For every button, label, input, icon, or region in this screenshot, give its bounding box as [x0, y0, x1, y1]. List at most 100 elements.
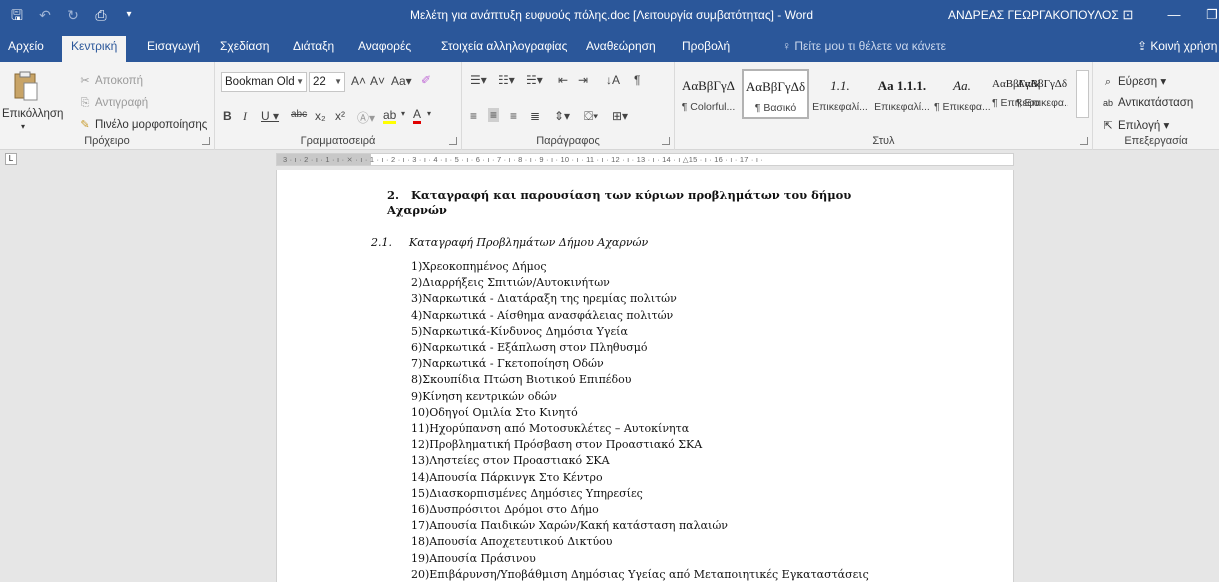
bullets-icon[interactable]: ☰▾: [470, 73, 487, 87]
copy-button[interactable]: ⎘ Αντιγραφή: [78, 96, 149, 110]
styles-launcher-icon[interactable]: [1080, 137, 1088, 145]
font-size-combo[interactable]: 22 ▼: [309, 72, 345, 92]
italic-icon[interactable]: I: [243, 109, 247, 124]
list-item: 12)Προβληματική Πρόσβαση στον Προαστιακό…: [411, 438, 703, 452]
sort-icon[interactable]: ↓A: [606, 73, 620, 87]
highlight-icon[interactable]: ab: [383, 109, 397, 124]
shrink-font-icon[interactable]: A˅: [370, 74, 385, 88]
paste-icon[interactable]: [12, 70, 38, 102]
editing-group: ⌕ Εύρεση ▾ ab Αντικατάσταση ⇱ Επιλογή ▾ Επε…: [1093, 62, 1219, 150]
list-item: 7)Ναρκωτικά - Γκετοποίηση Οδών: [411, 357, 604, 371]
brush-icon: ✎: [80, 119, 90, 131]
ribbon-options-icon[interactable]: ⊡: [1116, 4, 1140, 26]
bold-icon[interactable]: B: [223, 109, 232, 123]
tab-design[interactable]: Σχεδίαση: [220, 39, 269, 53]
redo-icon[interactable]: ↻: [64, 6, 82, 24]
tell-me-text: Πείτε μου τι θέλετε να κάνετε: [794, 39, 946, 53]
font-name-combo[interactable]: Bookman Old ▼: [221, 72, 307, 92]
style-heading-1[interactable]: 1.1. Επικεφαλί...: [809, 69, 871, 119]
superscript-icon[interactable]: x²: [335, 109, 345, 123]
tab-layout[interactable]: Διάταξη: [293, 39, 334, 53]
user-name[interactable]: ΑΝΔΡΕΑΣ ΓΕΩΡΓΑΚΟΠΟΥΛΟΣ: [948, 8, 1119, 22]
tab-view[interactable]: Προβολή: [682, 39, 730, 53]
minimize-icon[interactable]: —: [1162, 4, 1186, 26]
find-button[interactable]: ⌕ Εύρεση ▾: [1101, 74, 1166, 89]
borders-icon[interactable]: ⊞▾: [612, 109, 628, 123]
decrease-indent-icon[interactable]: ⇤: [558, 73, 568, 87]
underline-icon[interactable]: U ▾: [261, 109, 279, 123]
tab-insert[interactable]: Εισαγωγή: [147, 39, 200, 53]
save-icon[interactable]: 🖫: [8, 6, 26, 24]
heading-1-number: 2.: [387, 188, 400, 202]
styles-gallery-scroll[interactable]: [1076, 70, 1089, 118]
select-label: Επιλογή: [1118, 120, 1161, 132]
paragraph-group: ☰▾ ☷▾ ☵▾ ⇤ ⇥ ↓A ¶ ≡ ≡ ≡ ≣ ⇕▾ ⛋▾ ⊞▾ Παράγ…: [462, 62, 675, 150]
tab-file[interactable]: Αρχείο: [8, 39, 44, 53]
show-marks-icon[interactable]: ¶: [634, 73, 640, 87]
restore-icon[interactable]: ❐: [1200, 4, 1219, 26]
justify-icon[interactable]: ≣: [530, 109, 540, 123]
text-effects-icon[interactable]: Ⓐ▾: [357, 109, 375, 126]
style-heading-5[interactable]: ΑαΒβΓγΔδ ¶ Επικεφα...: [1015, 69, 1069, 119]
subscript-icon[interactable]: x₂: [315, 109, 326, 123]
align-left-icon[interactable]: ≡: [470, 109, 477, 123]
print-preview-icon[interactable]: ⎙: [92, 6, 110, 24]
font-color-dropdown-icon[interactable]: ▾: [427, 109, 431, 118]
font-launcher-icon[interactable]: [449, 137, 457, 145]
shading-icon[interactable]: ⛋▾: [584, 109, 598, 124]
style-name: ¶ Επικεφα...: [934, 101, 990, 113]
tab-selector-icon[interactable]: L: [5, 153, 17, 165]
ruler-scale: 3 · ı · 2 · ı · 1 · ı · ⨯ · ı · 1 · ı · …: [283, 155, 764, 164]
select-button[interactable]: ⇱ Επιλογή ▾: [1101, 118, 1169, 133]
horizontal-ruler[interactable]: 3 · ı · 2 · ı · 1 · ı · ⨯ · ı · 1 · ı · …: [276, 153, 1014, 166]
font-color-icon[interactable]: A: [413, 108, 422, 124]
font-size-value: 22: [313, 76, 326, 88]
tab-review[interactable]: Αναθεώρηση: [586, 39, 656, 53]
style-colorful[interactable]: ΑαΒβΓγΔ ¶ Colorful...: [675, 69, 742, 119]
paste-button[interactable]: Επικόλληση: [2, 108, 63, 120]
document-page[interactable]: 2. Καταγραφή και παρουσίαση των κύριων πρ…: [276, 170, 1014, 582]
paste-dropdown-icon[interactable]: ▾: [21, 122, 25, 131]
tab-references[interactable]: Αναφορές: [358, 39, 411, 53]
list-item: 15)Διασκορπισμένες Δημόσιες Υπηρεσίες: [411, 486, 643, 500]
numbering-icon[interactable]: ☷▾: [498, 73, 515, 87]
list-item: 17)Απουσία Παιδικών Χαρών/Κακή κατάσταση…: [411, 519, 728, 533]
scissors-icon: ✂: [80, 75, 90, 87]
style-name: ¶ Επικεφα...: [1016, 97, 1068, 109]
list-item: 6)Ναρκωτικά - Εξάπλωση στον Πληθυσμό: [411, 341, 648, 355]
paragraph-launcher-icon[interactable]: [662, 137, 670, 145]
style-normal[interactable]: ΑαΒβΓγΔδ ¶ Βασικό: [742, 69, 809, 119]
grow-font-icon[interactable]: A˄: [351, 74, 366, 88]
replace-label: Αντικατάσταση: [1118, 97, 1194, 110]
style-preview: ΑαΒβΓγΔδ: [1016, 78, 1068, 90]
share-button[interactable]: ⇪ Κοινή χρήση: [1137, 39, 1217, 53]
customize-icon[interactable]: ▾: [120, 6, 138, 24]
clear-formatting-icon[interactable]: ✐: [421, 73, 431, 87]
change-case-icon[interactable]: Aa▾: [391, 74, 412, 88]
align-center-icon[interactable]: ≡: [488, 108, 500, 122]
ribbon-tabs: Αρχείο Κεντρική Εισαγωγή Σχεδίαση Διάταξ…: [0, 32, 1219, 62]
cut-button[interactable]: ✂ Αποκοπή: [78, 74, 143, 88]
align-right-icon[interactable]: ≡: [510, 109, 517, 123]
chevron-down-icon: ▼: [334, 77, 342, 86]
undo-icon[interactable]: ↶: [36, 6, 54, 24]
share-label: Κοινή χρήση: [1150, 39, 1218, 53]
font-label: Γραμματοσειρά: [300, 135, 376, 147]
font-group: Bookman Old ▼ 22 ▼ A˄ A˅ Aa▾ ✐ B I U ▾ abc…: [215, 62, 462, 150]
clipboard-launcher-icon[interactable]: [202, 137, 210, 145]
replace-button[interactable]: ab Αντικατάσταση: [1101, 96, 1193, 110]
multilevel-list-icon[interactable]: ☵▾: [526, 73, 543, 87]
strikethrough-icon[interactable]: abc: [291, 109, 307, 120]
increase-indent-icon[interactable]: ⇥: [578, 73, 588, 87]
list-item: 14)Απουσία Πάρκινγκ Στο Κέντρο: [411, 470, 603, 484]
tab-mailings[interactable]: Στοιχεία αλληλογραφίας: [441, 39, 567, 53]
format-painter-button[interactable]: ✎ Πινέλο μορφοποίησης: [78, 118, 207, 132]
tell-me-box[interactable]: ♀ Πείτε μου τι θέλετε να κάνετε: [782, 39, 946, 53]
style-heading-2[interactable]: Aa 1.1.1. Επικεφαλί...: [871, 69, 933, 119]
cut-label: Αποκοπή: [95, 75, 144, 88]
style-heading-3[interactable]: Aa. ¶ Επικεφα...: [933, 69, 991, 119]
search-icon: ⌕: [1104, 75, 1112, 88]
highlight-dropdown-icon[interactable]: ▾: [401, 109, 405, 118]
line-spacing-icon[interactable]: ⇕▾: [554, 109, 570, 123]
tab-home[interactable]: Κεντρική: [62, 36, 127, 62]
